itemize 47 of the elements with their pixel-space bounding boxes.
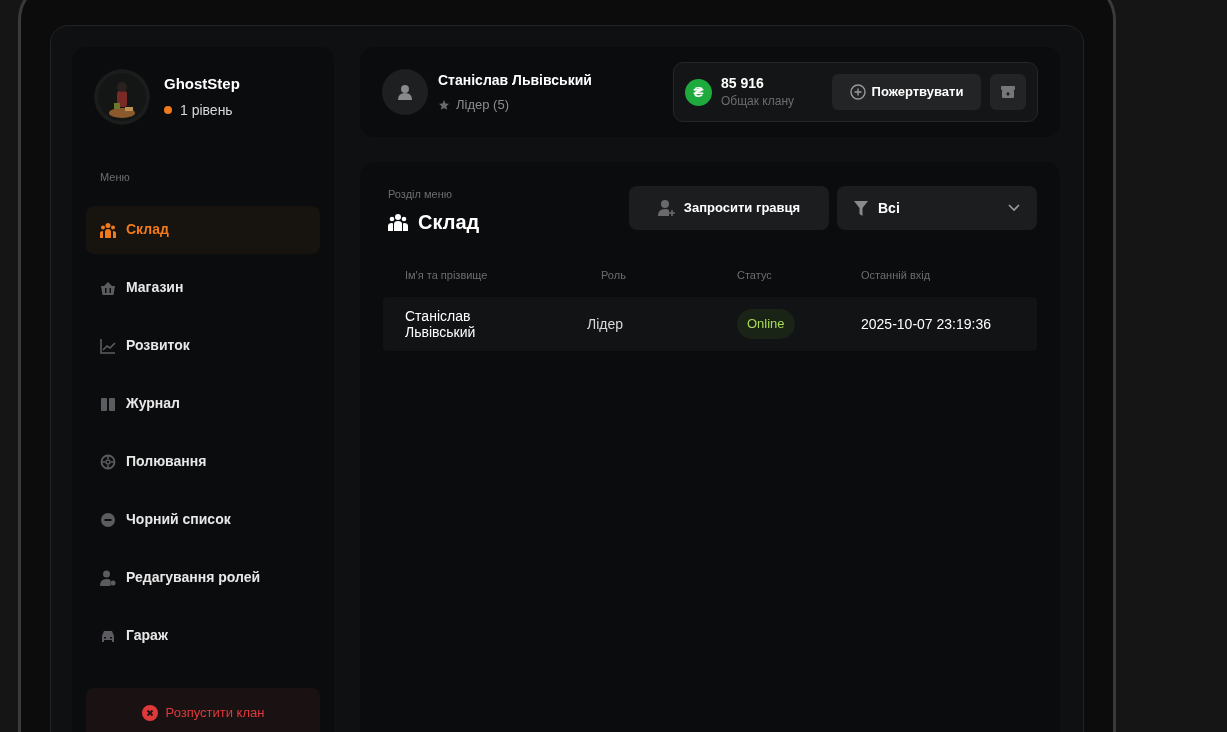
people-icon bbox=[100, 221, 116, 238]
column-header: Роль bbox=[601, 267, 627, 283]
minus-circle-icon bbox=[100, 511, 116, 528]
table-cell-text: 2025-10-07 23:19:36 bbox=[861, 314, 992, 334]
table-cell-text: Станіслав Львівський bbox=[405, 308, 477, 340]
status-badge: Online bbox=[737, 309, 795, 339]
menu-item[interactable]: Редагування ролей bbox=[86, 553, 320, 602]
donate-button[interactable]: Пожертвувати bbox=[832, 74, 981, 110]
table-cell-text: Лідер bbox=[587, 314, 625, 334]
level-label: 1 рівень bbox=[180, 100, 233, 120]
username: GhostStep bbox=[164, 74, 240, 95]
leader-name: Станіслав Львівський bbox=[438, 70, 592, 90]
close-icon bbox=[141, 704, 158, 721]
section-caption: Розділ меню bbox=[388, 187, 453, 202]
add-user-icon bbox=[657, 199, 676, 217]
chart-icon bbox=[100, 337, 116, 354]
user-gear-icon bbox=[100, 569, 116, 586]
balance-label: Общак клану bbox=[721, 92, 795, 110]
chevron-down-icon bbox=[1008, 204, 1020, 212]
menu-item[interactable]: Журнал bbox=[86, 379, 320, 428]
menu-item[interactable]: Магазин bbox=[86, 263, 320, 312]
column-header: Ім'я та прізвище bbox=[405, 267, 489, 283]
plus-circle-icon bbox=[849, 84, 866, 100]
menu-item[interactable]: Склад bbox=[86, 205, 320, 254]
people-icon bbox=[388, 212, 408, 231]
star-icon bbox=[438, 98, 450, 111]
crosshair-icon bbox=[100, 453, 116, 470]
section-title: Склад bbox=[418, 209, 480, 235]
menu-item[interactable]: Розвиток bbox=[86, 321, 320, 370]
funnel-icon bbox=[854, 200, 868, 216]
disband-clan-button[interactable]: Розпустити клан bbox=[86, 687, 320, 732]
leader-role: Лідер (5) bbox=[456, 95, 509, 114]
clan-balance: 85 916 bbox=[721, 74, 765, 92]
column-header: Статус bbox=[737, 267, 773, 283]
archive-icon[interactable] bbox=[990, 74, 1026, 110]
filter-dropdown[interactable]: Всі bbox=[837, 186, 1037, 230]
hryvnia-icon: ₴ bbox=[685, 78, 712, 106]
menu-heading: Меню bbox=[100, 170, 131, 185]
user-avatar-icon bbox=[382, 69, 428, 115]
menu-item[interactable]: Чорний список bbox=[86, 495, 320, 544]
table-row[interactable]: Станіслав Львівський Лідер Online 2025-10-07 23:19:36 bbox=[383, 297, 1037, 351]
menu-item[interactable]: Гараж bbox=[86, 611, 320, 660]
menu-item[interactable]: Полювання bbox=[86, 437, 320, 486]
invite-player-button[interactable]: Запросити гравця bbox=[629, 186, 829, 230]
basket-icon bbox=[100, 279, 116, 296]
book-icon bbox=[100, 395, 116, 412]
column-header: Останній вхід bbox=[861, 267, 932, 283]
